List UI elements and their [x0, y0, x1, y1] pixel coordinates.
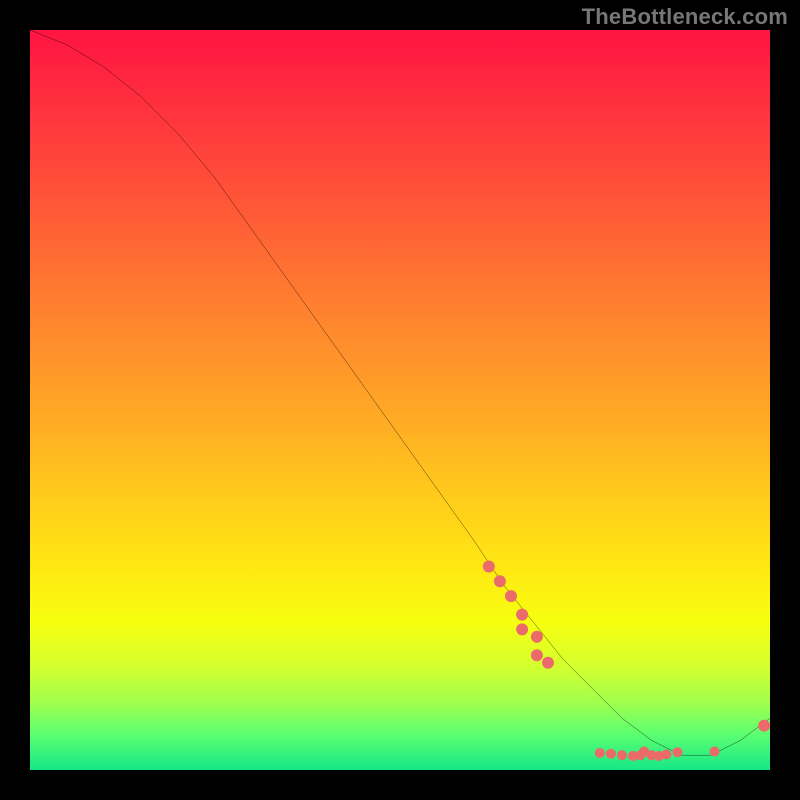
chart-wrapper: TheBottleneck.com	[0, 0, 800, 800]
data-marker	[516, 609, 528, 621]
chart-svg	[30, 30, 770, 770]
data-marker	[531, 649, 543, 661]
curve-group	[30, 30, 770, 755]
watermark-label: TheBottleneck.com	[582, 4, 788, 30]
data-marker	[542, 657, 554, 669]
data-marker	[516, 623, 528, 635]
data-marker	[606, 749, 616, 759]
plot-area	[30, 30, 770, 770]
data-marker	[672, 747, 682, 757]
data-marker	[595, 748, 605, 758]
data-marker	[505, 590, 517, 602]
data-marker	[483, 561, 495, 573]
data-marker	[709, 746, 719, 756]
bottleneck-curve	[30, 30, 770, 755]
data-marker	[494, 575, 506, 587]
data-marker	[617, 750, 627, 760]
data-marker	[661, 749, 671, 759]
data-marker	[531, 631, 543, 643]
data-marker	[758, 720, 770, 732]
markers-group	[483, 561, 770, 761]
